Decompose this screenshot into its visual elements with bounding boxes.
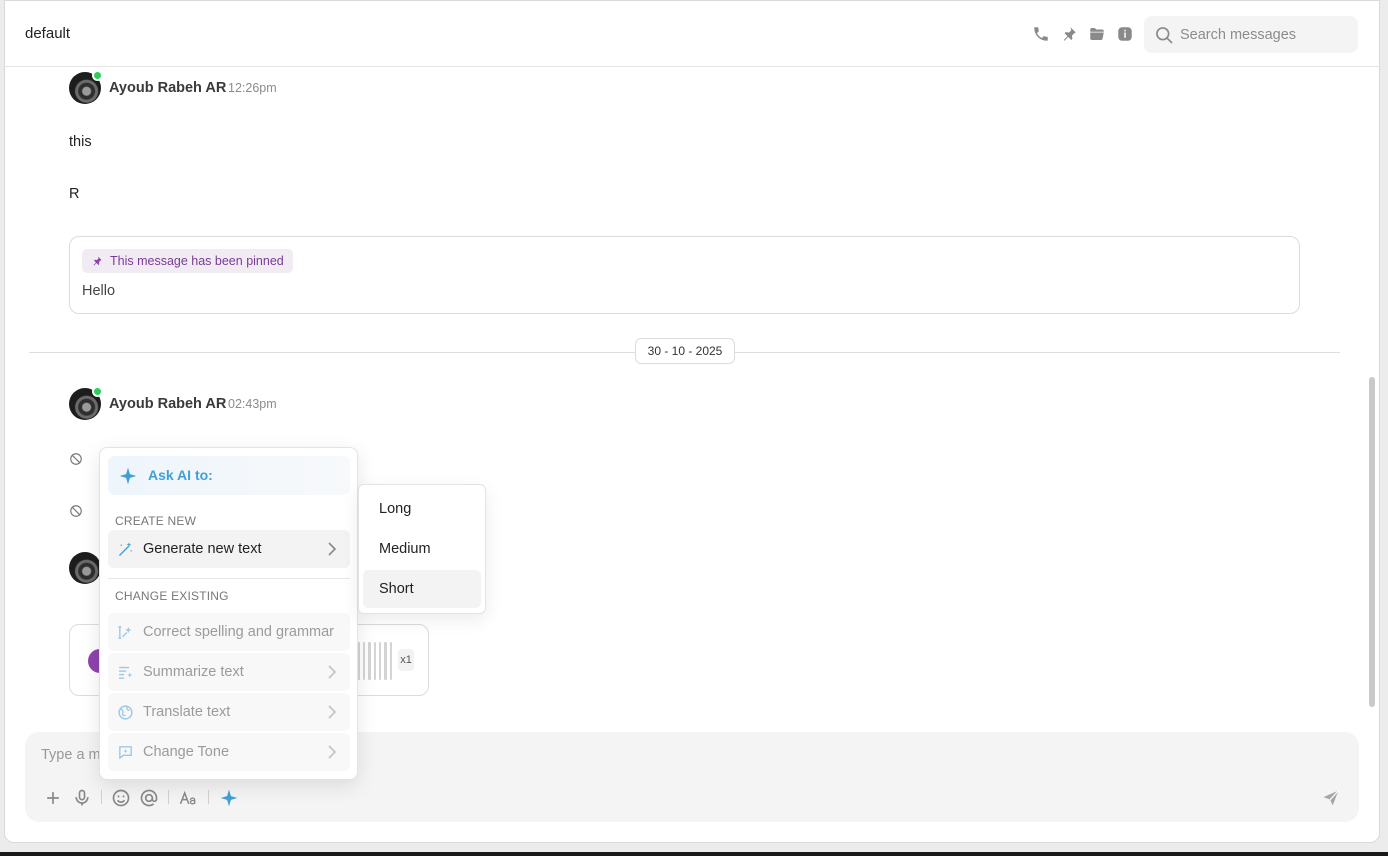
message-text: R <box>69 186 80 202</box>
menu-item-summarize-text[interactable]: Summarize text <box>108 653 350 691</box>
chat-window: default Ayoub Rabeh AR 12:26pm this R Th… <box>4 0 1380 843</box>
pinned-badge-label: This message has been pinned <box>110 254 284 268</box>
folder-icon[interactable] <box>1088 25 1106 43</box>
toolbar-separator <box>101 790 102 804</box>
mention-icon[interactable] <box>139 788 159 808</box>
message-text: this <box>69 134 92 150</box>
menu-item-label: Summarize text <box>143 664 244 680</box>
submenu-item-medium[interactable]: Medium <box>363 530 481 568</box>
message-time: 02:43pm <box>228 397 277 411</box>
ask-ai-label: Ask AI to: <box>148 467 213 483</box>
deleted-message-icon <box>70 505 82 517</box>
menu-item-label: Generate new text <box>143 541 262 557</box>
mic-icon[interactable] <box>72 788 92 808</box>
pinned-badge: This message has been pinned <box>82 249 293 273</box>
pin-icon <box>93 256 102 266</box>
format-text-icon[interactable] <box>178 788 198 808</box>
search-input[interactable] <box>1180 24 1350 46</box>
ai-sparkle-icon <box>119 467 137 485</box>
info-icon[interactable] <box>1116 25 1134 43</box>
spell-check-icon <box>118 626 132 639</box>
toolbar-separator <box>208 790 209 804</box>
chat-header: default <box>5 1 1379 67</box>
send-icon[interactable] <box>1321 788 1341 808</box>
channel-title: default <box>25 25 71 42</box>
message-author[interactable]: Ayoub Rabeh AR <box>109 80 226 96</box>
toolbar-separator <box>168 790 169 804</box>
length-submenu: Long Medium Short <box>358 484 486 614</box>
section-label-create: CREATE NEW <box>115 514 197 528</box>
avatar[interactable] <box>69 386 103 420</box>
menu-item-correct-spelling[interactable]: Correct spelling and grammar <box>108 613 350 651</box>
ai-sparkle-icon[interactable] <box>219 788 239 808</box>
chevron-right-icon <box>328 745 337 759</box>
phone-icon[interactable] <box>1032 25 1050 43</box>
date-separator: 30 - 10 - 2025 <box>635 338 735 364</box>
pinned-message-card[interactable]: This message has been pinned Hello <box>69 236 1300 314</box>
menu-item-label: Translate text <box>143 704 231 720</box>
scrollbar[interactable] <box>1369 377 1375 707</box>
submenu-item-long[interactable]: Long <box>363 490 481 528</box>
emoji-icon[interactable] <box>111 788 131 808</box>
menu-item-change-tone[interactable]: Change Tone <box>108 733 350 771</box>
search-box[interactable] <box>1144 16 1358 53</box>
avatar[interactable] <box>69 70 103 104</box>
magic-wand-icon <box>119 542 132 556</box>
deleted-message-icon <box>70 453 82 465</box>
playback-speed[interactable]: x1 <box>398 649 414 671</box>
globe-icon <box>118 705 133 720</box>
menu-divider <box>108 578 350 579</box>
menu-item-translate-text[interactable]: Translate text <box>108 693 350 731</box>
ask-ai-header: Ask AI to: <box>108 456 350 495</box>
ai-menu: Ask AI to: CREATE NEW Generate new text … <box>99 447 358 780</box>
summarize-icon <box>119 666 133 679</box>
chevron-right-icon <box>328 665 337 679</box>
chat-sparkle-icon <box>119 746 132 759</box>
bottom-edge <box>0 852 1388 856</box>
online-indicator <box>92 70 103 81</box>
pinned-message-text: Hello <box>82 283 116 299</box>
submenu-item-short[interactable]: Short <box>363 570 481 608</box>
menu-item-label: Change Tone <box>143 744 230 760</box>
avatar[interactable] <box>69 552 101 584</box>
menu-item-label: Correct spelling and grammar <box>143 624 334 640</box>
search-icon <box>1156 27 1173 44</box>
message-time: 12:26pm <box>228 81 277 95</box>
message-author[interactable]: Ayoub Rabeh AR <box>109 396 226 412</box>
chevron-right-icon <box>328 705 337 719</box>
section-label-change: CHANGE EXISTING <box>115 589 229 603</box>
chevron-right-icon <box>328 542 337 556</box>
menu-item-generate-new-text[interactable]: Generate new text <box>108 530 350 568</box>
online-indicator <box>92 386 103 397</box>
plus-icon[interactable] <box>43 788 63 808</box>
pin-icon[interactable] <box>1060 25 1078 43</box>
